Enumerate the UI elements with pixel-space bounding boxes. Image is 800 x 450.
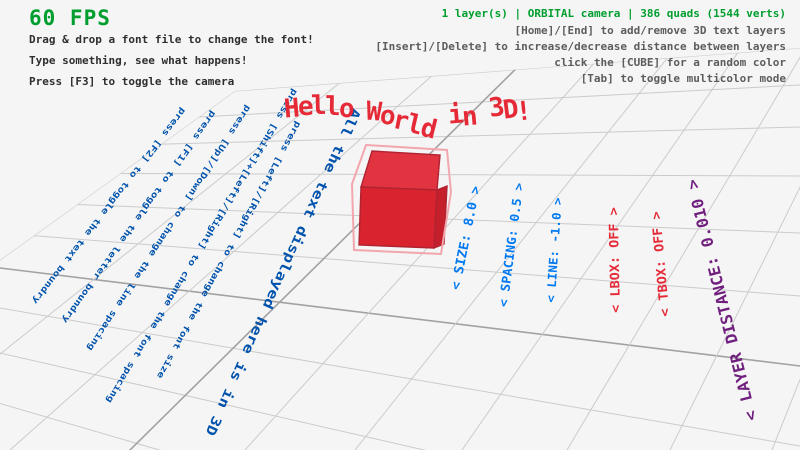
wave-char: l [325, 92, 339, 122]
wave-char: o [338, 94, 353, 125]
wave-char: e [297, 92, 312, 123]
hint-drag-drop-font: Drag & drop a font file to change the fo… [29, 33, 314, 46]
cube[interactable] [352, 145, 451, 254]
hint-add-remove-layers: [Home]/[End] to add/remove 3D text layer… [514, 24, 786, 37]
hint-toggle-camera: Press [F3] to toggle the camera [29, 75, 234, 88]
wave-3d-text: Hello World in 3D! [284, 92, 530, 122]
cube-top-face[interactable] [361, 151, 440, 190]
hint-multicolor-mode: [Tab] to toggle multicolor mode [581, 72, 786, 85]
hint-layer-distance: [Insert]/[Delete] to increase/decrease d… [375, 40, 786, 53]
hint-type-something: Type something, see what happens! [29, 54, 248, 67]
wave-char: n [460, 101, 476, 132]
raylib-text3d-window: press [F2] to toggle the text boundrypre… [0, 0, 800, 450]
wave-char: H [283, 93, 299, 124]
wave-char [434, 92, 448, 122]
status-line: 1 layer(s) | ORBITAL camera | 386 quads … [442, 7, 786, 20]
fps-counter: 60 FPS [29, 6, 111, 30]
wave-char: l [311, 91, 325, 121]
wave-char: ! [515, 96, 532, 127]
cube-front-face[interactable] [359, 187, 437, 248]
grid-line [0, 306, 800, 447]
wave-char [352, 92, 366, 122]
grid-line [0, 351, 800, 450]
hint-cube-random-color: click the [CUBE] for a random color [554, 56, 786, 69]
